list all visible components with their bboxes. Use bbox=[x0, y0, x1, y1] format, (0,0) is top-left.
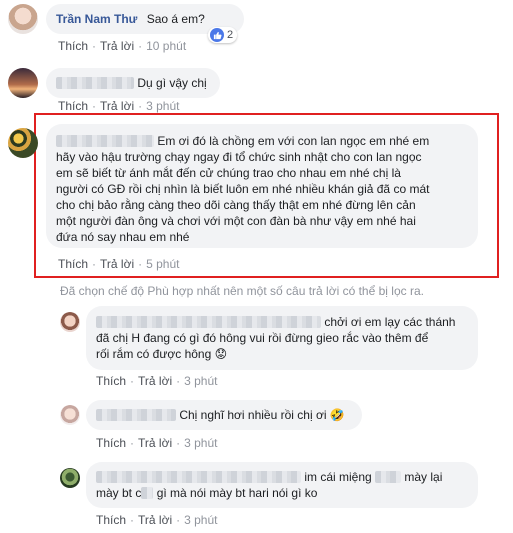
redacted-word bbox=[141, 487, 154, 499]
comment-actions: Thích · Trả lời · 3 phút bbox=[96, 436, 218, 450]
comment-line: cho chị bảo rằng càng theo dõi càng thấy… bbox=[56, 198, 416, 212]
avatar[interactable] bbox=[60, 312, 80, 332]
comment-actions: Thích · Trả lời · 10 phút bbox=[58, 39, 187, 53]
comment-line: người có GĐ rồi chị nhìn là biết luôn em… bbox=[56, 182, 430, 196]
reply-link[interactable]: Trả lời bbox=[100, 39, 134, 53]
comment-line: Em ơi đó là chồng em với con lan ngọc em… bbox=[56, 133, 468, 149]
like-icon bbox=[210, 28, 224, 42]
redacted-name bbox=[96, 409, 176, 421]
comment-line: đứa nó say nhau em nhé bbox=[56, 230, 190, 244]
laughing-face-icon: 🤣 bbox=[329, 408, 345, 422]
timestamp[interactable]: 3 phút bbox=[146, 99, 179, 113]
redacted-name bbox=[56, 77, 134, 89]
comment-text: Dụ gì vậy chị bbox=[137, 76, 207, 90]
timestamp[interactable]: 5 phút bbox=[146, 257, 179, 271]
comment-author[interactable]: Trần Nam Thư bbox=[56, 12, 137, 26]
comment-bubble: Em ơi đó là chồng em với con lan ngọc em… bbox=[46, 124, 478, 248]
like-link[interactable]: Thích bbox=[58, 99, 88, 113]
filter-notice: Đã chọn chế độ Phù hợp nhất nên một số c… bbox=[60, 284, 424, 298]
comment-actions: Thích · Trả lời · 3 phút bbox=[58, 99, 180, 113]
avatar[interactable] bbox=[8, 128, 38, 158]
timestamp[interactable]: 10 phút bbox=[146, 39, 186, 53]
reply-link[interactable]: Trả lời bbox=[100, 99, 134, 113]
comment-bubble: Dụ gì vậy chị bbox=[46, 68, 220, 98]
reply-line: im cái miệng mày lại bbox=[96, 469, 468, 485]
reaction-number: 2 bbox=[227, 29, 234, 41]
comment-actions: Thích · Trả lời · 3 phút bbox=[96, 513, 218, 527]
like-link[interactable]: Thích bbox=[96, 374, 126, 388]
timestamp[interactable]: 3 phút bbox=[184, 436, 217, 450]
comment-line: hãy vào hậu trường chạy ngay đi tổ chức … bbox=[56, 150, 422, 164]
reaction-count[interactable]: 2 bbox=[208, 27, 238, 43]
reply-text: Chị nghĩ hơi nhiều rồi chị ơi bbox=[179, 408, 327, 422]
redacted-name bbox=[96, 316, 321, 328]
like-link[interactable]: Thích bbox=[96, 436, 126, 450]
avatar[interactable] bbox=[60, 405, 80, 425]
reply-line: đã chị H đang có gì đó hông vui rồi đừng… bbox=[96, 331, 429, 345]
redacted-name bbox=[56, 135, 154, 147]
comment-actions: Thích · Trả lời · 5 phút bbox=[58, 257, 180, 271]
redacted-word bbox=[375, 471, 402, 483]
comment-text: Sao á em? bbox=[146, 12, 205, 26]
reply-link[interactable]: Trả lời bbox=[138, 374, 172, 388]
comment-thread: { "comments": [ { "author": "Trần Nam Th… bbox=[0, 0, 513, 533]
worried-face-icon: 😟 bbox=[214, 347, 228, 361]
reply-bubble: im cái miệng mày lại mày bt c gì mà nói … bbox=[86, 462, 478, 508]
reply-link[interactable]: Trả lời bbox=[138, 436, 172, 450]
reply-line: rối rắm có được hông 😟 bbox=[96, 347, 228, 361]
like-link[interactable]: Thích bbox=[96, 513, 126, 527]
avatar[interactable] bbox=[60, 468, 80, 488]
timestamp[interactable]: 3 phút bbox=[184, 374, 217, 388]
comment-line: một người đàn ông và chơi với một con đà… bbox=[56, 214, 416, 228]
reply-bubble: Chị nghĩ hơi nhiều rồi chị ơi 🤣 bbox=[86, 400, 362, 430]
reply-link[interactable]: Trả lời bbox=[138, 513, 172, 527]
comment-line: em sẽ biết từ ánh mắt đến cử chúng trao … bbox=[56, 166, 401, 180]
reply-line: chởi ơi em lạy các thánh bbox=[96, 314, 468, 330]
comment-actions: Thích · Trả lời · 3 phút bbox=[96, 374, 218, 388]
reply-link[interactable]: Trả lời bbox=[100, 257, 134, 271]
like-link[interactable]: Thích bbox=[58, 257, 88, 271]
redacted-name bbox=[96, 471, 301, 483]
avatar[interactable] bbox=[8, 4, 38, 34]
timestamp[interactable]: 3 phút bbox=[184, 513, 217, 527]
reply-bubble: chởi ơi em lạy các thánh đã chị H đang c… bbox=[86, 306, 478, 370]
reply-line: mày bt c gì mà nói mày bt hari nói gì ko bbox=[96, 486, 318, 500]
avatar[interactable] bbox=[8, 68, 38, 98]
like-link[interactable]: Thích bbox=[58, 39, 88, 53]
